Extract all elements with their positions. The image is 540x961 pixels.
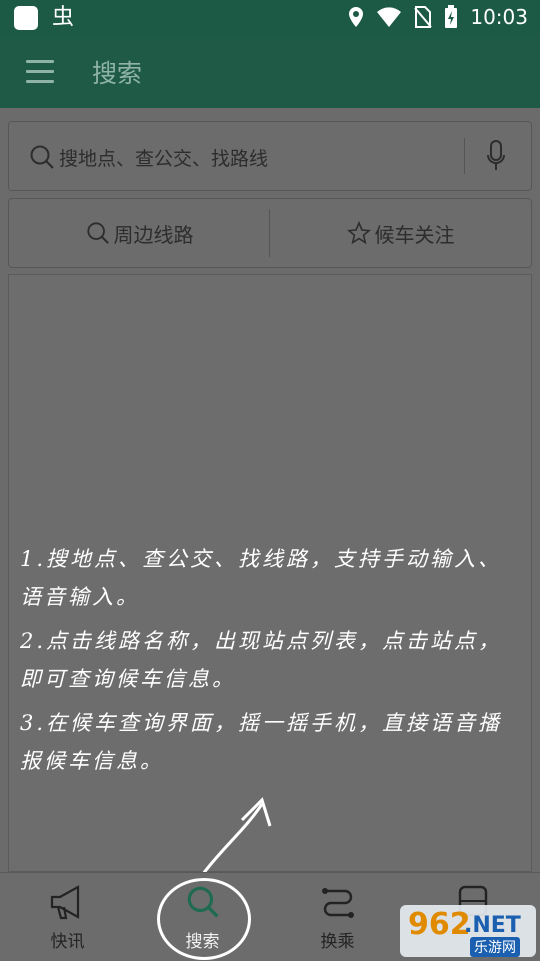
watermark-site: 乐游网 [470,937,520,957]
clock: 10:03 [470,5,528,29]
divider [464,138,465,174]
location-icon [349,7,364,27]
nav-news[interactable]: 快讯 [0,873,135,961]
search-bar[interactable]: 搜地点、查公交、找路线 [8,121,532,191]
wifi-icon [377,7,402,27]
nav-label: 换乘 [320,932,355,952]
search-icon [30,145,54,169]
no-sim-icon [414,6,433,28]
search-input[interactable]: 搜地点、查公交、找路线 [59,144,268,171]
guide-note: 3.在候车查询界面，摇一摇手机，直接语音播报候车信息。 [20,711,503,773]
nav-transfer[interactable]: 换乘 [270,873,405,961]
route-icon [321,888,354,918]
guide-note: 1.搜地点、查公交、找线路，支持手动输入、语音输入。 [20,547,503,609]
highlight-circle [157,878,251,960]
watermark-logo: 962 .NET 乐游网 [400,905,536,957]
search-icon [86,222,109,244]
app-notification-icon [14,6,38,30]
menu-icon[interactable] [26,60,54,84]
bug-icon: 虫 [52,5,75,30]
microphone-icon[interactable] [486,140,506,172]
tab-watched-stops[interactable]: 候车关注 [270,199,531,267]
page-title: 搜索 [92,59,143,88]
watermark-number: 962 [408,907,471,942]
tab-nearby-routes[interactable]: 周边线路 [9,199,270,267]
star-icon [346,221,371,245]
nav-label: 快讯 [50,932,85,952]
guide-notes: 1.搜地点、查公交、找线路，支持手动输入、语音输入。 2.点击线路名称，出现站点… [20,540,520,786]
guide-note: 2.点击线路名称，出现站点列表，点击站点，即可查询候车信息。 [20,629,503,691]
tab-label: 候车关注 [374,222,455,247]
watermark-net: .NET [464,913,521,938]
app-bar: 搜索 [0,36,540,108]
hint-arrow-icon [198,797,272,879]
megaphone-icon [50,885,79,920]
tab-label: 周边线路 [113,222,194,247]
status-bar: 虫 10:03 [0,0,540,36]
quick-tabs: 周边线路 候车关注 [8,198,532,268]
battery-icon [445,5,458,28]
